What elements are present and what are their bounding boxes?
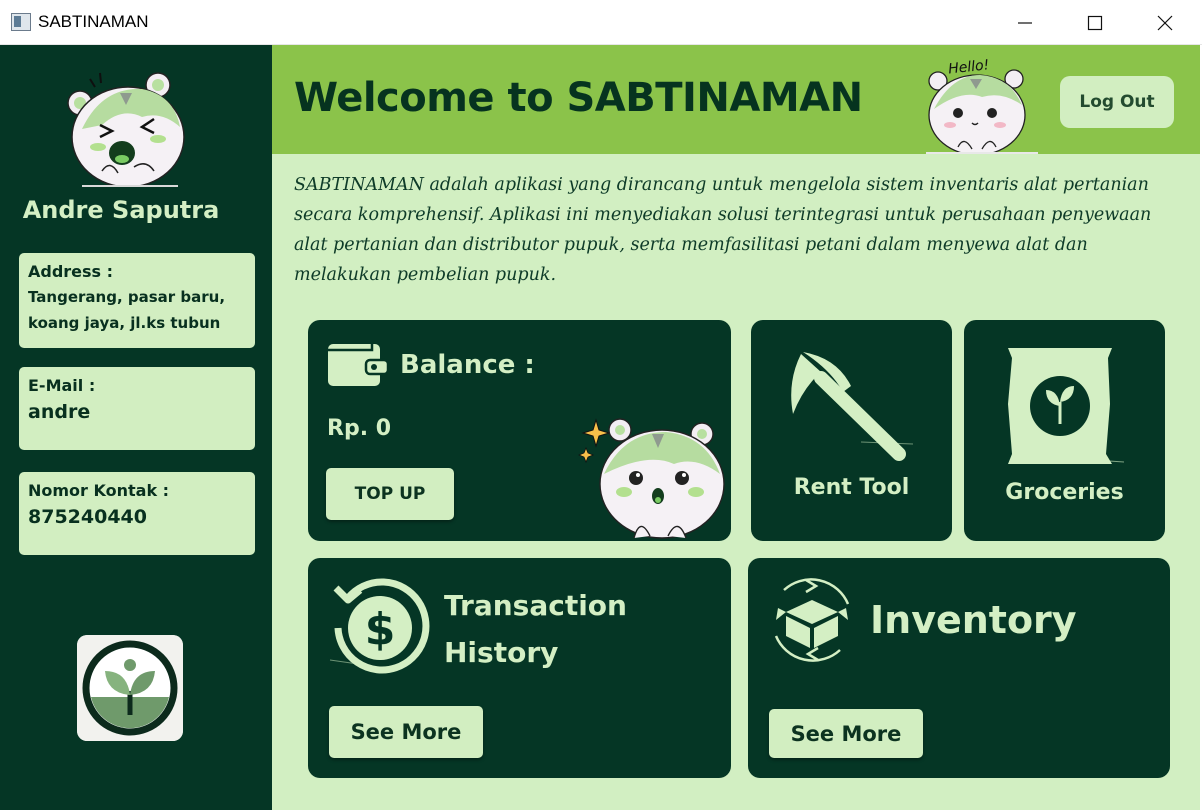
address-label: Address :: [28, 262, 114, 281]
window-title: SABTINAMAN: [38, 12, 149, 31]
hamster-mascot-icon: [578, 418, 725, 539]
app-window-icon: [11, 13, 31, 31]
scythe-icon: [791, 352, 914, 461]
hamster-mascot-icon: [67, 72, 185, 187]
minimize-button[interactable]: [990, 0, 1060, 45]
rent-tool-label: Rent Tool: [793, 475, 910, 500]
sidebar: Andre Saputra Address : Tangerang, pasar…: [0, 45, 272, 810]
logout-button[interactable]: Log Out: [1060, 76, 1174, 128]
dollar-history-icon: $: [329, 578, 430, 674]
transaction-history-line2: History: [444, 636, 559, 669]
hello-hamster-icon: Hello!: [926, 57, 1038, 154]
title-bar: SABTINAMAN: [0, 0, 1202, 45]
inventory-see-more-button[interactable]: See More: [769, 709, 923, 758]
header: Welcome to SABTINAMAN Hello! Log Out: [272, 45, 1200, 154]
email-value: andre: [28, 401, 91, 423]
svg-text:$: $: [365, 604, 396, 655]
transaction-history-title: Transaction History: [444, 582, 627, 676]
balance-amount: Rp. 0: [327, 416, 392, 441]
sprout-logo-icon: [77, 635, 183, 741]
user-name: Andre Saputra: [22, 196, 220, 224]
balance-label: Balance :: [400, 350, 535, 380]
contact-value: 875240440: [28, 506, 147, 528]
groceries-card[interactable]: Groceries: [964, 320, 1165, 541]
box-refresh-icon: [774, 578, 850, 662]
minimize-icon: [1018, 21, 1032, 24]
welcome-title: Welcome to SABTINAMAN: [294, 75, 863, 121]
contact-card: Nomor Kontak : 875240440: [19, 472, 255, 555]
address-value: Tangerang, pasar baru, koang jaya, jl.ks…: [28, 288, 226, 332]
inventory-title: Inventory: [870, 598, 1077, 642]
inventory-card: Inventory See More: [748, 558, 1170, 778]
app-description: SABTINAMAN adalah aplikasi yang dirancan…: [294, 175, 1152, 285]
groceries-label: Groceries: [1005, 480, 1124, 505]
email-card: E-Mail : andre: [19, 367, 255, 450]
email-label: E-Mail :: [28, 376, 96, 395]
fertilizer-bag-icon: [1008, 348, 1125, 464]
transaction-history-card: $ Transaction History See More: [308, 558, 731, 778]
rent-tool-card[interactable]: Rent Tool: [751, 320, 952, 541]
contact-label: Nomor Kontak :: [28, 481, 170, 500]
hello-text: Hello!: [948, 57, 991, 77]
transaction-history-line1: Transaction: [444, 589, 627, 622]
close-button[interactable]: [1130, 0, 1200, 45]
balance-card: Balance : Rp. 0 TOP UP: [308, 320, 731, 541]
top-up-button[interactable]: TOP UP: [326, 468, 454, 520]
close-icon: [1157, 15, 1173, 30]
history-see-more-button[interactable]: See More: [329, 706, 483, 758]
maximize-button[interactable]: [1060, 0, 1130, 45]
maximize-icon: [1087, 15, 1103, 30]
address-card: Address : Tangerang, pasar baru, koang j…: [19, 253, 255, 348]
wallet-icon: [328, 344, 388, 386]
main-content: SABTINAMAN adalah aplikasi yang dirancan…: [272, 154, 1200, 810]
